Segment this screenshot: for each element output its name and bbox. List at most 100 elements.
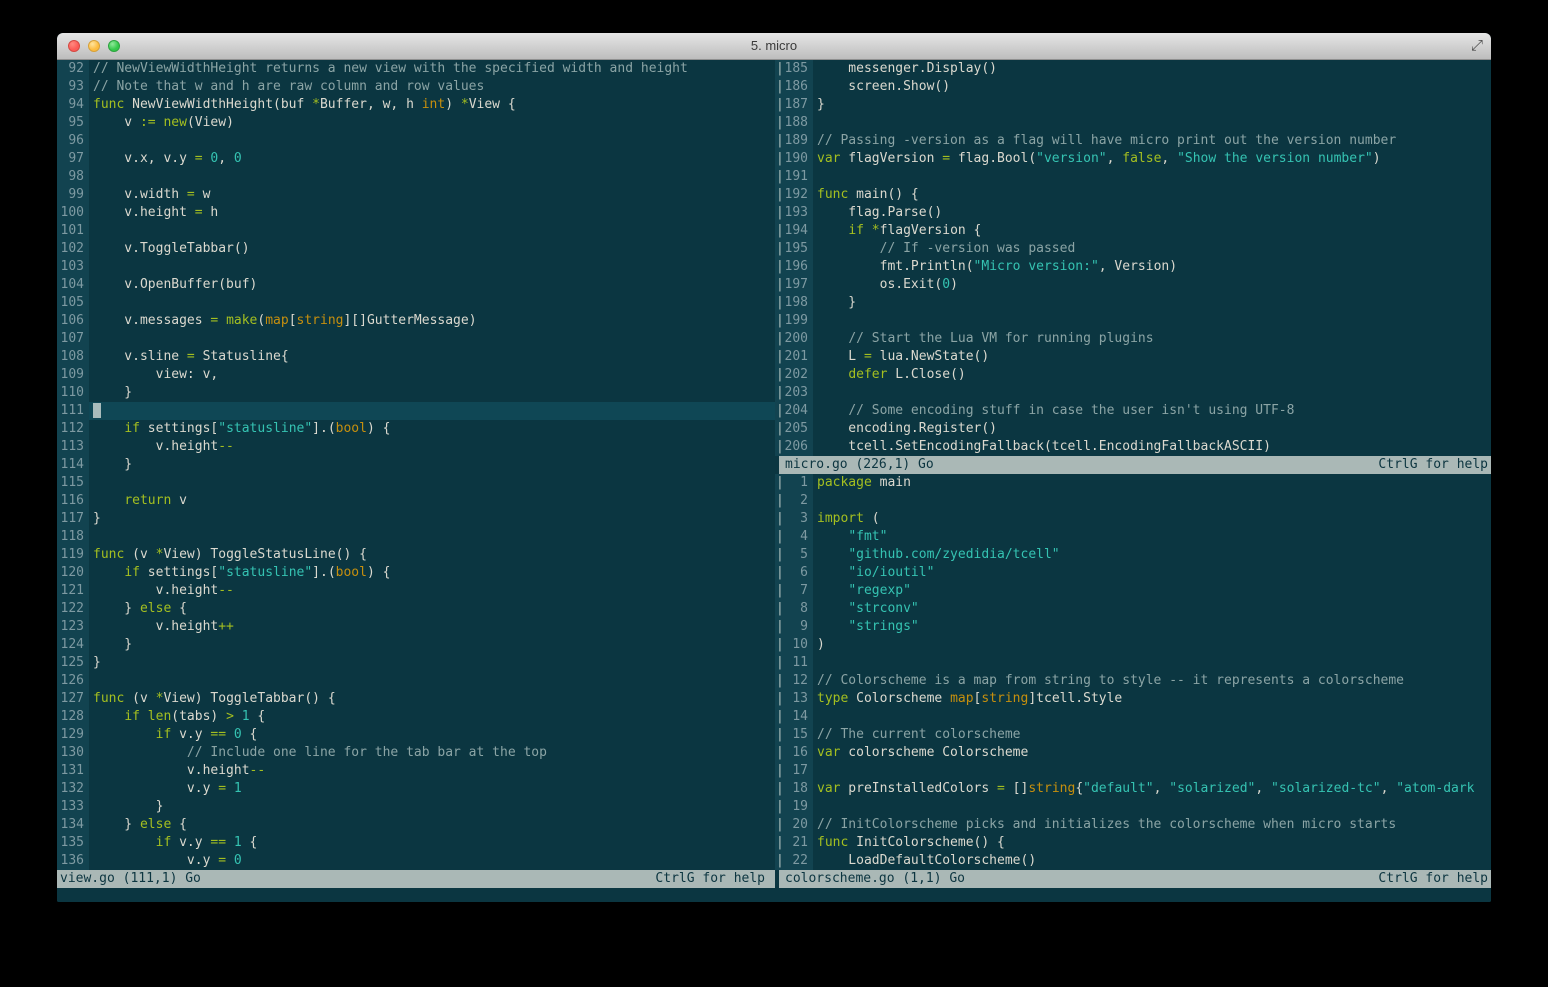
code-line[interactable]: 136 v.y = 0 (57, 852, 775, 870)
pane-micro-go[interactable]: | 185 messenger.Display() | 186 screen.Show… (775, 60, 1491, 456)
code-line[interactable]: | 16 var colorscheme Colorscheme (775, 744, 1491, 762)
code-line[interactable]: | 17 (775, 762, 1491, 780)
code-line[interactable]: 92 // NewViewWidthHeight returns a new vi… (57, 60, 775, 78)
code-line[interactable]: | 202 defer L.Close() (775, 366, 1491, 384)
code-line[interactable]: | 197 os.Exit(0) (775, 276, 1491, 294)
titlebar[interactable]: 5. micro ⤢ (57, 33, 1491, 60)
code-line[interactable]: | 13 type Colorscheme map[string]tcell.Sty… (775, 690, 1491, 708)
code-line[interactable]: 133 } (57, 798, 775, 816)
code-line[interactable]: | 188 (775, 114, 1491, 132)
code-line[interactable]: 109 view: v, (57, 366, 775, 384)
code-line[interactable]: 106 v.messages = make(map[string][]Gutte… (57, 312, 775, 330)
code-line[interactable]: 97 v.x, v.y = 0, 0 (57, 150, 775, 168)
code-line[interactable]: | 194 if *flagVersion { (775, 222, 1491, 240)
code-line[interactable]: | 22 LoadDefaultColorscheme() (775, 852, 1491, 870)
code-line[interactable]: | 8 "strconv" (775, 600, 1491, 618)
pane-colorscheme-go[interactable]: | 1 package main | 2 | 3 import (| 4 "fmt" | 5 "gi… (775, 474, 1491, 870)
code-line[interactable]: 116 return v (57, 492, 775, 510)
code-line[interactable]: | 5 "github.com/zyedidia/tcell" (775, 546, 1491, 564)
code-line[interactable]: 98 (57, 168, 775, 186)
code-line[interactable]: 95 v := new(View) (57, 114, 775, 132)
command-line[interactable] (57, 888, 1491, 902)
code-line[interactable]: | 199 (775, 312, 1491, 330)
code-line[interactable]: 118 (57, 528, 775, 546)
code-line[interactable]: 119 func (v *View) ToggleStatusLine() { (57, 546, 775, 564)
code-line[interactable]: 129 if v.y == 0 { (57, 726, 775, 744)
code-line[interactable]: | 191 (775, 168, 1491, 186)
code-line[interactable]: | 14 (775, 708, 1491, 726)
code-line[interactable]: 113 v.height-- (57, 438, 775, 456)
code-line[interactable]: | 21 func InitColorscheme() { (775, 834, 1491, 852)
code-line[interactable]: | 20 // InitColorscheme picks and initiali… (775, 816, 1491, 834)
code-line[interactable]: 110 } (57, 384, 775, 402)
code-line[interactable]: 130 // Include one line for the tab bar … (57, 744, 775, 762)
code-line[interactable]: 124 } (57, 636, 775, 654)
code-line[interactable]: | 204 // Some encoding stuff in case the … (775, 402, 1491, 420)
code-text: ) (817, 637, 825, 652)
code-line[interactable]: | 206 tcell.SetEncodingFallback(tcell.Enc… (775, 438, 1491, 456)
code-line[interactable]: 122 } else { (57, 600, 775, 618)
code-line[interactable]: | 2 (775, 492, 1491, 510)
code-line[interactable]: 115 (57, 474, 775, 492)
code-line[interactable]: 132 v.y = 1 (57, 780, 775, 798)
code-line[interactable]: 111 (57, 402, 775, 420)
code-line[interactable]: 114 } (57, 456, 775, 474)
code-line[interactable]: 135 if v.y == 1 { (57, 834, 775, 852)
code-line[interactable]: 128 if len(tabs) > 1 { (57, 708, 775, 726)
code-line[interactable]: | 198 } (775, 294, 1491, 312)
line-number-gutter: | 16 (775, 744, 813, 762)
code-line[interactable]: | 7 "regexp" (775, 582, 1491, 600)
code-line[interactable]: | 205 encoding.Register() (775, 420, 1491, 438)
code-line[interactable]: | 190 var flagVersion = flag.Bool("version… (775, 150, 1491, 168)
code-line[interactable]: 127 func (v *View) ToggleTabbar() { (57, 690, 775, 708)
code-line[interactable]: 108 v.sline = Statusline{ (57, 348, 775, 366)
code-text (89, 402, 775, 420)
code-line[interactable]: 100 v.height = h (57, 204, 775, 222)
line-number: 97 (68, 151, 84, 166)
code-line[interactable]: | 6 "io/ioutil" (775, 564, 1491, 582)
code-line[interactable]: 120 if settings["statusline"].(bool) { (57, 564, 775, 582)
code-line[interactable]: | 186 screen.Show() (775, 78, 1491, 96)
code-line[interactable]: 112 if settings["statusline"].(bool) { (57, 420, 775, 438)
code-line[interactable]: 94 func NewViewWidthHeight(buf *Buffer, w… (57, 96, 775, 114)
resize-icon[interactable]: ⤢ (1471, 37, 1483, 54)
code-line[interactable]: | 189 // Passing -version as a flag will h… (775, 132, 1491, 150)
code-line[interactable]: 125} (57, 654, 775, 672)
code-line[interactable]: | 196 fmt.Println("Micro version:", Versi… (775, 258, 1491, 276)
code-line[interactable]: 117} (57, 510, 775, 528)
code-line[interactable]: | 195 // If -version was passed (775, 240, 1491, 258)
code-line[interactable]: | 9 "strings" (775, 618, 1491, 636)
code-line[interactable]: | 4 "fmt" (775, 528, 1491, 546)
code-line[interactable]: 121 v.height-- (57, 582, 775, 600)
code-line[interactable]: 96 (57, 132, 775, 150)
code-line[interactable]: 126 (57, 672, 775, 690)
code-line[interactable]: | 1 package main (775, 474, 1491, 492)
code-line[interactable]: 103 (57, 258, 775, 276)
code-line[interactable]: | 192 func main() { (775, 186, 1491, 204)
code-line[interactable]: 93 // Note that w and h are raw column an… (57, 78, 775, 96)
code-line[interactable]: 123 v.height++ (57, 618, 775, 636)
code-line[interactable]: 101 (57, 222, 775, 240)
code-line[interactable]: | 19 (775, 798, 1491, 816)
code-line[interactable]: 102 v.ToggleTabbar() (57, 240, 775, 258)
code-line[interactable]: 104 v.OpenBuffer(buf) (57, 276, 775, 294)
code-line[interactable]: | 15 // The current colorscheme (775, 726, 1491, 744)
code-line[interactable]: | 185 messenger.Display() (775, 60, 1491, 78)
code-line[interactable]: | 10) (775, 636, 1491, 654)
code-line[interactable]: | 11 (775, 654, 1491, 672)
code-line[interactable]: 105 (57, 294, 775, 312)
code-line[interactable]: 131 v.height-- (57, 762, 775, 780)
code-line[interactable]: 107 (57, 330, 775, 348)
code-line[interactable]: | 200 // Start the Lua VM for running plu… (775, 330, 1491, 348)
code-line[interactable]: | 201 L = lua.NewState() (775, 348, 1491, 366)
code-line[interactable]: 134 } else { (57, 816, 775, 834)
code-line[interactable]: | 12 // Colorscheme is a map from string t… (775, 672, 1491, 690)
code-line[interactable]: | 18 var preInstalledColors = []string{"de… (775, 780, 1491, 798)
code-line[interactable]: | 187} (775, 96, 1491, 114)
code-line[interactable]: | 193 flag.Parse() (775, 204, 1491, 222)
pane-view-go[interactable]: 92 // NewViewWidthHeight returns a new vi… (57, 60, 775, 870)
code-line[interactable]: 99 v.width = w (57, 186, 775, 204)
code-line[interactable]: | 203 (775, 384, 1491, 402)
code-line[interactable]: | 3 import ( (775, 510, 1491, 528)
